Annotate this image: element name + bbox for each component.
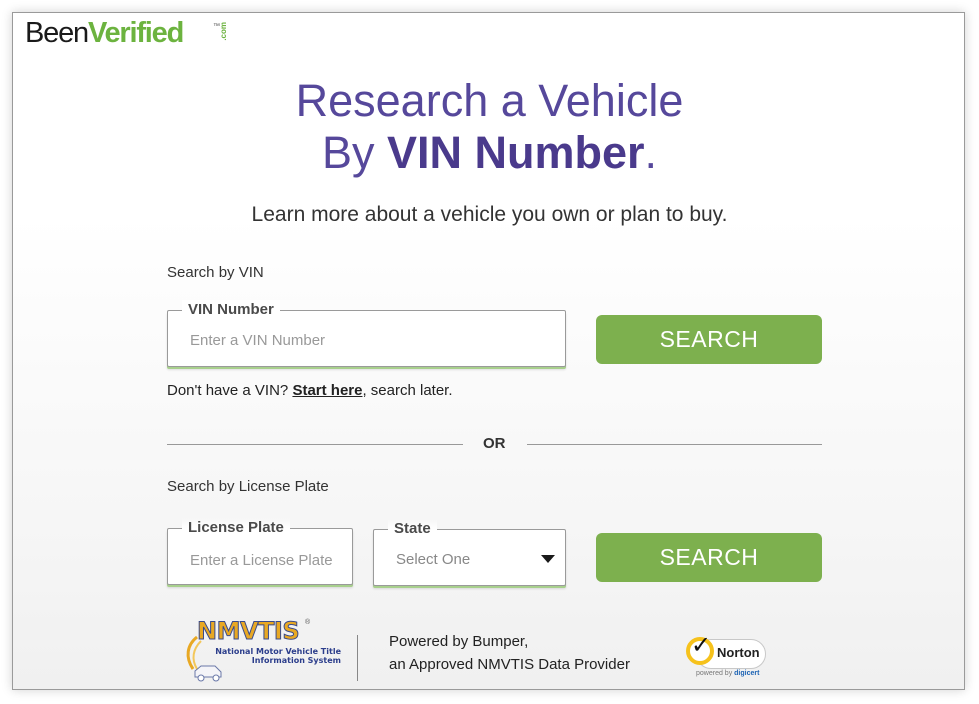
nmvtis-registered: ®	[305, 619, 311, 626]
divider-line-right	[527, 444, 822, 445]
norton-wordmark: Norton	[717, 645, 760, 660]
footer-divider	[357, 635, 358, 681]
powered-line1: Powered by Bumper,	[389, 633, 529, 650]
license-plate-label: License Plate	[182, 518, 290, 538]
caret-down-icon[interactable]	[541, 555, 555, 563]
plate-search-button[interactable]: SEARCH	[596, 533, 822, 582]
nmvtis-logo: NMVTIS ® National Motor Vehicle Title In…	[183, 617, 341, 682]
page-title-line2: By VIN Number.	[13, 127, 966, 179]
powered-by-text: Powered by Bumper, an Approved NMVTIS Da…	[389, 630, 630, 676]
state-label: State	[388, 519, 437, 539]
license-plate-input[interactable]	[190, 552, 338, 569]
powered-line2: an Approved NMVTIS Data Provider	[389, 656, 630, 673]
nmvtis-subtitle-line1: National Motor Vehicle Title	[215, 647, 341, 656]
logo-text-verified: Verified	[87, 17, 184, 49]
digicert-wordmark: digicert	[734, 670, 760, 677]
page-frame: BeenVerified .com ™ Research a Vehicle B…	[12, 12, 965, 690]
vin-field-label: VIN Number	[182, 300, 280, 320]
helper-suffix: , search later.	[362, 382, 453, 399]
vin-field[interactable]: VIN Number	[167, 300, 566, 367]
title-bold: VIN Number	[386, 127, 645, 178]
helper-prefix: Don't have a VIN?	[167, 382, 293, 399]
page-title-line1: Research a Vehicle	[295, 75, 684, 126]
logo-trademark: ™	[213, 23, 220, 30]
title-suffix: .	[644, 127, 658, 178]
norton-badge[interactable]: ✓ Norton powered by digicert	[686, 632, 770, 681]
vin-input[interactable]	[190, 332, 508, 349]
plate-section-label: Search by License Plate	[167, 478, 329, 495]
page-subtitle: Learn more about a vehicle you own or pl…	[251, 203, 728, 226]
norton-powered-by: powered by digicert	[696, 670, 759, 677]
license-plate-field[interactable]: License Plate	[167, 518, 353, 585]
state-select[interactable]: State Select One	[373, 519, 566, 586]
title-prefix: By	[321, 127, 387, 178]
checkmark-icon: ✓	[691, 632, 712, 659]
or-label: OR	[483, 435, 506, 452]
vin-search-button[interactable]: SEARCH	[596, 315, 822, 364]
vin-helper-text: Don't have a VIN? Start here, search lat…	[167, 382, 453, 399]
vin-section-label: Search by VIN	[167, 264, 264, 281]
nmvtis-wordmark: NMVTIS	[196, 617, 300, 646]
norton-powered-by-text: powered by	[696, 670, 735, 677]
divider-line-left	[167, 444, 463, 445]
beenverified-logo[interactable]: BeenVerified .com ™	[25, 16, 228, 50]
start-here-link[interactable]: Start here	[292, 382, 362, 399]
logo-text-been: Been	[25, 17, 89, 49]
nmvtis-subtitle: National Motor Vehicle Title Information…	[201, 647, 341, 665]
nmvtis-subtitle-line2: Information System	[251, 656, 341, 665]
state-selected-value: Select One	[396, 551, 471, 568]
